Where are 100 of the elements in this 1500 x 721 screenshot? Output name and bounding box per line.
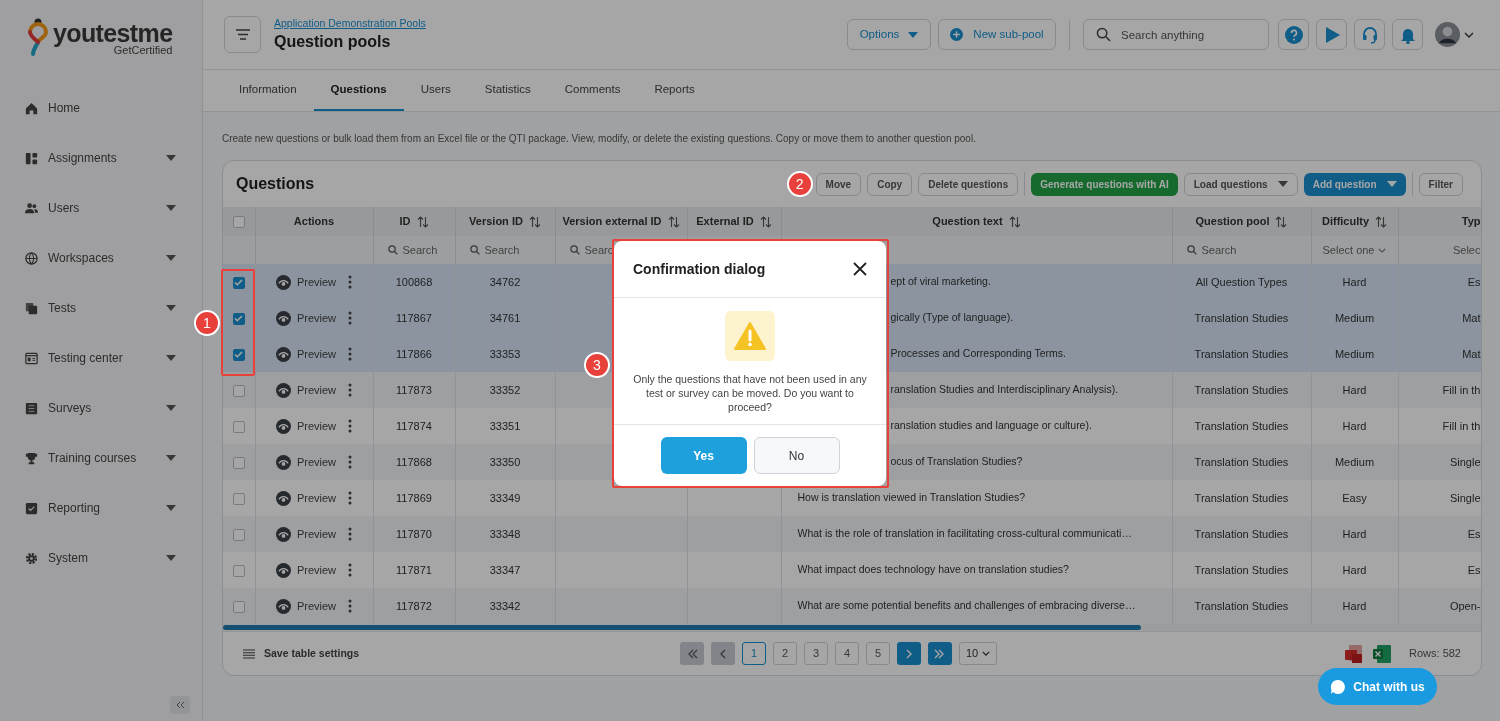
table-cell: Single xyxy=(1449,491,1480,504)
table-cell: Translation Studies xyxy=(1194,311,1289,324)
table-cell: How is translation viewed in Translation Studies? xyxy=(797,491,1026,504)
table-cell: Medium xyxy=(1334,311,1375,324)
preview-link[interactable]: Preview xyxy=(275,309,337,327)
card-title: Questions xyxy=(236,174,315,194)
preview-link[interactable]: Preview xyxy=(275,381,337,399)
breadcrumb-link[interactable]: Application Demonstration Pools xyxy=(274,16,426,31)
filter-field[interactable]: Search xyxy=(1201,241,1258,259)
toolbar-button[interactable]: Delete questions xyxy=(918,172,1019,196)
rows-per-page-select[interactable]: 10 xyxy=(959,642,997,665)
table-cell: 100868 xyxy=(395,275,433,288)
table-cell: Translation Studies xyxy=(1194,563,1289,576)
page-button[interactable]: 4 xyxy=(835,642,859,665)
table-cell: 117869 xyxy=(396,491,432,504)
tab[interactable]: Information xyxy=(222,70,314,111)
table-cell: ranslation Studies and Interdisciplinary Analysis). xyxy=(890,383,1119,396)
logo-tagline: GetCertified xyxy=(113,45,173,56)
new-sub-pool-button[interactable]: New sub-pool xyxy=(938,19,1056,50)
page-button[interactable]: 2 xyxy=(773,642,797,665)
column-header: Actions xyxy=(293,214,335,230)
table-cell: Processes and Corresponding Terms. xyxy=(890,347,1066,360)
page-button[interactable]: 5 xyxy=(866,642,890,665)
sidebar-item[interactable]: Assignments xyxy=(0,133,202,183)
chat-button[interactable]: Chat with us xyxy=(1318,668,1437,705)
table-cell: Single xyxy=(1449,455,1480,468)
preview-link[interactable]: Preview xyxy=(275,345,337,363)
tab[interactable]: Questions xyxy=(313,70,404,111)
options-button[interactable]: Options xyxy=(847,19,931,50)
tab[interactable]: Reports xyxy=(637,70,712,111)
preview-link[interactable]: Preview xyxy=(275,417,337,435)
dialog-button[interactable]: No xyxy=(753,437,840,474)
table-cell: 33349 xyxy=(489,491,521,504)
sidebar-item[interactable]: Home xyxy=(0,83,202,133)
dialog-button[interactable]: Yes xyxy=(660,437,747,474)
page-button[interactable]: 3 xyxy=(804,642,828,665)
sidebar-item[interactable]: Reporting xyxy=(0,483,202,533)
table-cell: Hard xyxy=(1342,275,1367,288)
table-cell: Es xyxy=(1467,275,1480,288)
table-cell: 117868 xyxy=(396,455,432,468)
dialog-title: Confirmation dialog xyxy=(633,259,766,279)
column-header: Version external ID xyxy=(562,214,662,230)
filter-field[interactable]: Search xyxy=(402,241,454,259)
sidebar-item[interactable]: Training courses xyxy=(0,433,202,483)
table-cell: What impact does technology have on translation studies? xyxy=(797,563,1069,576)
table-cell: Medium xyxy=(1334,455,1375,468)
filter-field[interactable]: Searc xyxy=(584,241,641,259)
toolbar-button[interactable]: Copy xyxy=(867,172,913,196)
toolbar-button[interactable]: Move xyxy=(815,172,862,196)
preview-link[interactable]: Preview xyxy=(275,273,337,291)
table-cell: Hard xyxy=(1342,383,1367,396)
tab[interactable]: Comments xyxy=(547,70,638,111)
table-cell: Translation Studies xyxy=(1194,527,1289,540)
toolbar-button[interactable]: Add question xyxy=(1303,172,1406,196)
toolbar-button[interactable]: Generate questions with AI xyxy=(1031,172,1178,196)
table-cell: Mat xyxy=(1462,311,1480,324)
tab[interactable]: Statistics xyxy=(467,70,548,111)
table-cell: 33350 xyxy=(489,455,521,468)
filter-field[interactable]: Search xyxy=(484,241,541,259)
table-cell: Hard xyxy=(1342,527,1367,540)
preview-link[interactable]: Preview xyxy=(275,525,337,543)
column-header: Version ID xyxy=(469,214,523,230)
table-cell: 117872 xyxy=(396,599,432,612)
preview-link[interactable]: Preview xyxy=(275,561,337,579)
search-field[interactable]: Search anything xyxy=(1083,19,1269,50)
table-cell: 33351 xyxy=(489,419,521,432)
table-cell: Mat xyxy=(1462,347,1480,360)
sidebar-item[interactable]: Workspaces xyxy=(0,233,202,283)
dialog-message: Only the questions that have not been used in any test or survey can be moved. Do you want to proceed? xyxy=(632,372,868,414)
table-cell: ranslation studies and language or culture). xyxy=(890,419,1092,432)
preview-link[interactable]: Preview xyxy=(275,453,337,471)
toolbar-button[interactable]: Filter xyxy=(1418,172,1463,196)
toolbar-button[interactable]: Load questions xyxy=(1183,172,1298,196)
annotation-badge: 2 xyxy=(786,171,813,197)
tab[interactable]: Users xyxy=(403,70,468,111)
table-cell: Translation Studies xyxy=(1194,383,1289,396)
table-cell: Easy xyxy=(1342,491,1367,504)
page-button[interactable]: 1 xyxy=(742,642,766,665)
table-cell: 33353 xyxy=(489,347,521,360)
table-cell: 33348 xyxy=(489,527,521,540)
sidebar-item[interactable]: Users xyxy=(0,183,202,233)
column-header: Difficulty xyxy=(1321,214,1370,230)
table-cell: Medium xyxy=(1334,347,1375,360)
table-cell: ocus of Translation Studies? xyxy=(890,455,1023,468)
preview-link[interactable]: Preview xyxy=(275,597,337,615)
table-cell: What are some potential benefits and challenges of embracing diverse… xyxy=(797,599,1136,612)
save-settings-button[interactable]: Save table settings xyxy=(243,645,680,662)
preview-link[interactable]: Preview xyxy=(275,489,337,507)
sidebar-item[interactable]: System xyxy=(0,533,202,583)
table-cell: Translation Studies xyxy=(1194,599,1289,612)
filter-dropdown[interactable]: Select one xyxy=(1311,241,1397,259)
table-cell: Es xyxy=(1467,527,1480,540)
filter-dropdown[interactable]: Selec xyxy=(1398,241,1480,259)
logo-text: youtestme xyxy=(53,21,173,46)
table-cell: 34762 xyxy=(489,275,521,288)
column-header: External ID xyxy=(696,214,754,230)
table-cell: 117873 xyxy=(396,383,432,396)
page-title: Question pools xyxy=(274,32,392,53)
sidebar-item[interactable]: Surveys xyxy=(0,383,202,433)
table-cell: 117867 xyxy=(396,311,432,324)
